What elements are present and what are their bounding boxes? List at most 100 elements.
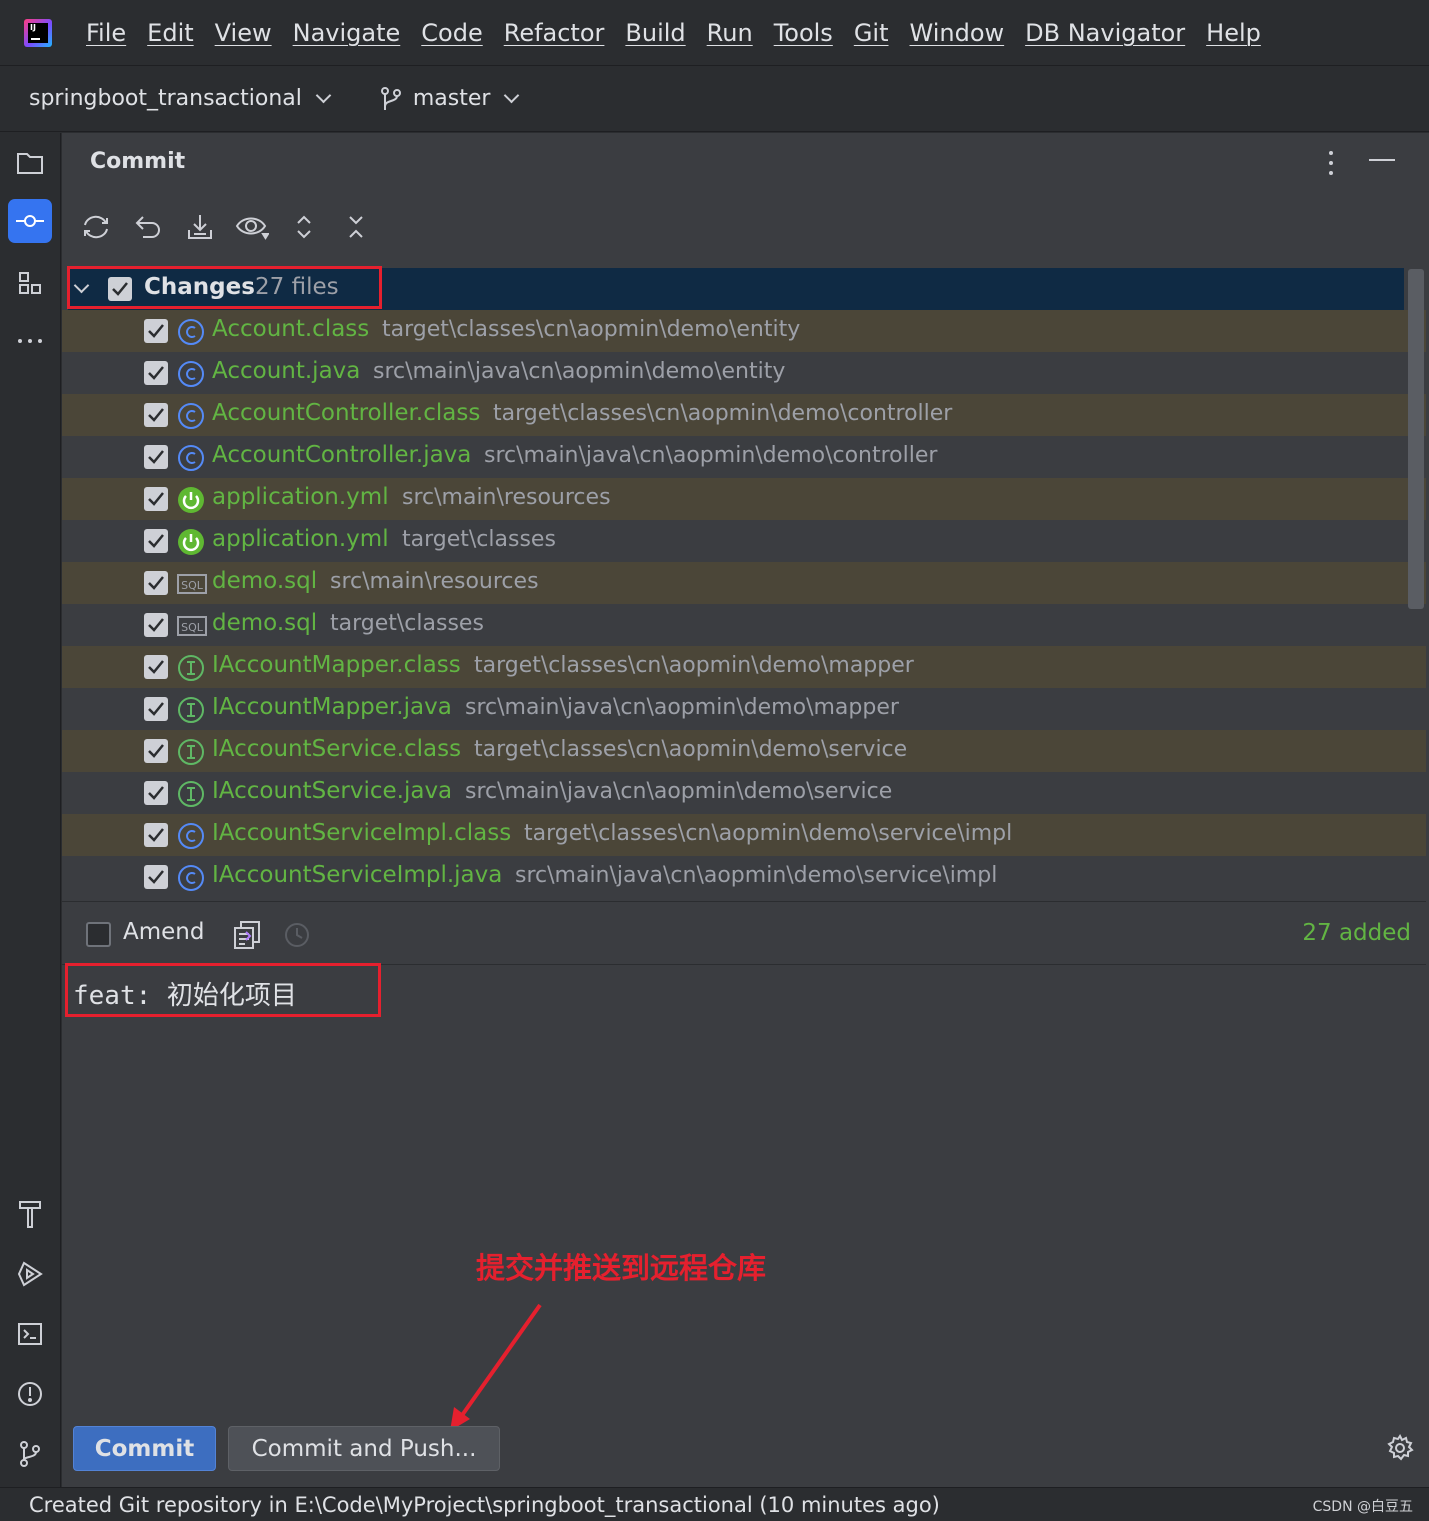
file-path: src\main\java\cn\aopmin\demo\mapper <box>465 695 899 720</box>
file-checkbox[interactable] <box>144 781 168 805</box>
branch-name-label: master <box>412 86 491 111</box>
file-checkbox[interactable] <box>144 865 168 889</box>
file-row[interactable]: IAccountService.class target\classes\cn\a… <box>62 730 1426 772</box>
commit-and-push-button[interactable]: Commit and Push... <box>228 1426 500 1471</box>
file-path: src\main\java\cn\aopmin\demo\service <box>465 779 893 804</box>
panel-header: Commit <box>62 133 1429 193</box>
shelve-download-icon[interactable] <box>182 209 218 245</box>
build-hammer-icon[interactable] <box>8 1192 52 1236</box>
file-checkbox[interactable] <box>144 655 168 679</box>
menu-build[interactable]: Build <box>625 19 685 47</box>
menu-tools[interactable]: Tools <box>774 19 833 47</box>
menu-run[interactable]: Run <box>707 19 753 47</box>
file-name: AccountController.java <box>212 442 472 468</box>
file-row[interactable]: AccountController.java src\main\java\cn\a… <box>62 436 1426 478</box>
structure-icon[interactable] <box>8 261 52 305</box>
file-name: AccountController.class <box>212 400 481 426</box>
menu-edit[interactable]: Edit <box>147 19 193 47</box>
show-diff-eye-icon[interactable] <box>234 209 270 245</box>
services-run-icon[interactable] <box>8 1252 52 1296</box>
refresh-icon[interactable] <box>78 209 114 245</box>
annotation-box-changes <box>67 266 382 309</box>
file-checkbox[interactable] <box>144 403 168 427</box>
file-path: src\main\java\cn\aopmin\demo\service\imp… <box>515 863 998 888</box>
file-name: IAccountMapper.java <box>212 694 452 720</box>
menu-file[interactable]: File <box>86 19 126 47</box>
file-name: application.yml <box>212 484 389 510</box>
file-row[interactable]: IAccountServiceImpl.class target\classes\… <box>62 814 1426 856</box>
file-row[interactable]: IAccountService.java src\main\java\cn\aop… <box>62 772 1426 814</box>
file-row[interactable]: IAccountMapper.class target\classes\cn\ao… <box>62 646 1426 688</box>
file-row[interactable]: application.yml target\classes <box>62 520 1426 562</box>
status-message[interactable]: Created Git repository in E:\Code\MyProj… <box>29 1493 940 1517</box>
gear-icon[interactable] <box>1386 1434 1414 1462</box>
file-row[interactable]: SQL demo.sql target\classes <box>62 604 1426 646</box>
project-selector[interactable]: springboot_transactional <box>29 86 332 111</box>
file-checkbox[interactable] <box>144 319 168 343</box>
menu-refactor[interactable]: Refactor <box>504 19 605 47</box>
file-checkbox[interactable] <box>144 487 168 511</box>
amend-checkbox[interactable] <box>86 922 111 947</box>
menu-help[interactable]: Help <box>1206 19 1261 47</box>
rollback-icon[interactable] <box>130 209 166 245</box>
menu-view[interactable]: View <box>215 19 272 47</box>
file-row[interactable]: IAccountMapper.java src\main\java\cn\aopm… <box>62 688 1426 730</box>
menu-code[interactable]: Code <box>421 19 482 47</box>
file-name: IAccountServiceImpl.java <box>212 862 503 888</box>
interface-icon <box>177 696 205 724</box>
logo-text: IJ <box>28 22 48 43</box>
minimize-icon[interactable] <box>1369 159 1395 161</box>
interface-icon <box>177 738 205 766</box>
file-checkbox[interactable] <box>144 739 168 763</box>
git-icon[interactable] <box>8 1432 52 1476</box>
tree-scrollbar[interactable] <box>1408 269 1424 609</box>
file-row[interactable]: Account.class target\classes\cn\aopmin\de… <box>62 310 1426 352</box>
file-path: src\main\resources <box>330 569 539 594</box>
options-kebab-icon[interactable] <box>1321 149 1341 177</box>
git-branch-icon <box>380 86 401 110</box>
annotation-box-message <box>65 963 381 1017</box>
interface-icon <box>177 780 205 808</box>
file-checkbox[interactable] <box>144 571 168 595</box>
collapse-all-icon[interactable] <box>338 209 374 245</box>
project-folder-icon[interactable] <box>8 141 52 185</box>
file-checkbox[interactable] <box>144 361 168 385</box>
file-row[interactable]: SQL demo.sql src\main\resources <box>62 562 1426 604</box>
menu-navigate[interactable]: Navigate <box>293 19 401 47</box>
clock-history-icon[interactable] <box>284 922 310 948</box>
menu-window[interactable]: Window <box>910 19 1005 47</box>
file-row[interactable]: application.yml src\main\resources <box>62 478 1426 520</box>
file-path: src\main\java\cn\aopmin\demo\entity <box>373 359 786 384</box>
terminal-icon[interactable] <box>8 1312 52 1356</box>
commit-button[interactable]: Commit <box>73 1426 216 1471</box>
commit-message-history-icon[interactable] <box>233 920 261 950</box>
branch-selector[interactable]: master <box>379 86 520 112</box>
class-icon <box>177 444 205 472</box>
file-checkbox[interactable] <box>144 823 168 847</box>
more-tools-icon[interactable] <box>8 319 52 363</box>
chevron-down-icon <box>504 87 520 104</box>
added-status: 27 added <box>1302 920 1411 946</box>
intellij-logo-icon[interactable]: IJ <box>24 18 52 47</box>
file-name: IAccountService.java <box>212 778 453 804</box>
annotation-text: 提交并推送到远程仓库 <box>476 1251 767 1285</box>
class-icon <box>177 360 205 388</box>
file-checkbox[interactable] <box>144 613 168 637</box>
file-row[interactable]: AccountController.class target\classes\cn… <box>62 394 1426 436</box>
spring-icon <box>177 528 205 556</box>
file-checkbox[interactable] <box>144 697 168 721</box>
file-name: Account.class <box>212 316 370 342</box>
file-row[interactable]: Account.java src\main\java\cn\aopmin\demo… <box>62 352 1426 394</box>
menu-db-navigator[interactable]: DB Navigator <box>1025 19 1185 47</box>
file-row[interactable]: IAccountServiceImpl.java src\main\java\cn… <box>62 856 1426 898</box>
commit-tool-icon[interactable] <box>8 199 52 243</box>
file-path: target\classes\cn\aopmin\demo\service <box>474 737 908 762</box>
interface-icon <box>177 654 205 682</box>
panel-title: Commit <box>90 149 186 174</box>
file-checkbox[interactable] <box>144 445 168 469</box>
expand-all-icon[interactable] <box>286 209 322 245</box>
commit-panel: Commit Changes 27 files Account.class ta… <box>62 133 1429 1487</box>
menu-git[interactable]: Git <box>854 19 889 47</box>
file-checkbox[interactable] <box>144 529 168 553</box>
problems-icon[interactable] <box>8 1372 52 1416</box>
